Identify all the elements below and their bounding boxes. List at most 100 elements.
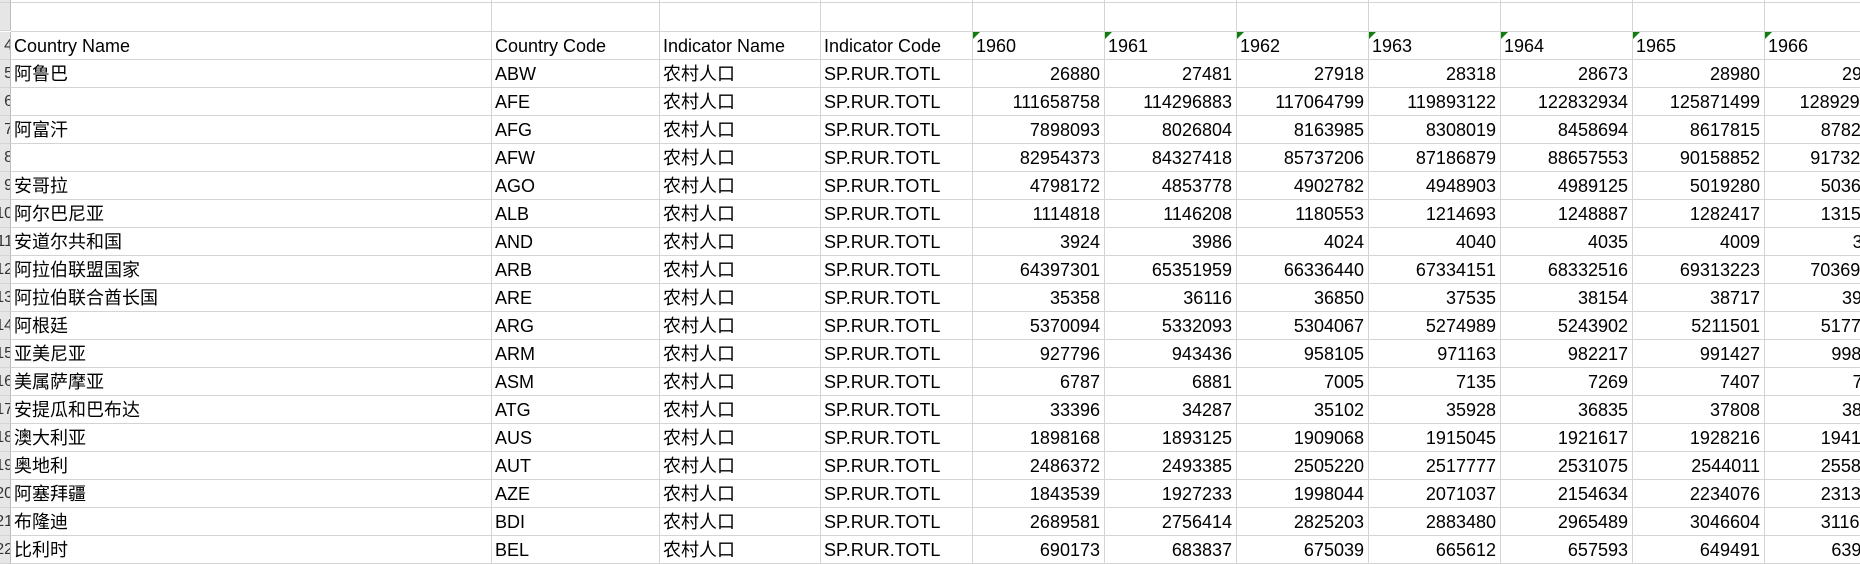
year-1966-cell[interactable]: 2558: [1765, 452, 1860, 480]
country-name-cell[interactable]: 阿富汗: [11, 116, 492, 144]
header-country-name[interactable]: Country Name: [11, 32, 492, 60]
country-name-cell[interactable]: 阿根廷: [11, 312, 492, 340]
country-name-cell[interactable]: 布隆迪: [11, 508, 492, 536]
indicator-name-cell[interactable]: 农村人口: [660, 536, 821, 564]
year-1966-cell[interactable]: 39: [1765, 284, 1860, 312]
indicator-code-cell[interactable]: SP.RUR.TOTL: [821, 116, 973, 144]
year-1964-cell[interactable]: 68332516: [1501, 256, 1633, 284]
year-1960-cell[interactable]: 1898168: [973, 424, 1105, 452]
year-1960-cell[interactable]: 7898093: [973, 116, 1105, 144]
year-1961-cell[interactable]: 2756414: [1105, 508, 1237, 536]
country-code-cell[interactable]: BDI: [492, 508, 660, 536]
year-1961-cell[interactable]: 1927233: [1105, 480, 1237, 508]
row-header[interactable]: 5: [0, 60, 11, 88]
row-header[interactable]: 15: [0, 340, 11, 368]
header-year-1963[interactable]: 1963: [1369, 32, 1501, 60]
country-name-cell[interactable]: 阿塞拜疆: [11, 480, 492, 508]
year-1965-cell[interactable]: 28980: [1633, 60, 1765, 88]
year-1965-cell[interactable]: 125871499: [1633, 88, 1765, 116]
year-1964-cell[interactable]: 1248887: [1501, 200, 1633, 228]
year-1964-cell[interactable]: 4989125: [1501, 172, 1633, 200]
indicator-name-cell[interactable]: 农村人口: [660, 60, 821, 88]
indicator-code-cell[interactable]: SP.RUR.TOTL: [821, 60, 973, 88]
indicator-name-cell[interactable]: 农村人口: [660, 144, 821, 172]
year-1961-cell[interactable]: 3986: [1105, 228, 1237, 256]
year-1965-cell[interactable]: 1928216: [1633, 424, 1765, 452]
year-1964-cell[interactable]: 36835: [1501, 396, 1633, 424]
year-1962-cell[interactable]: 35102: [1237, 396, 1369, 424]
year-1960-cell[interactable]: 1843539: [973, 480, 1105, 508]
year-1960-cell[interactable]: 3924: [973, 228, 1105, 256]
country-code-cell[interactable]: ARM: [492, 340, 660, 368]
year-1962-cell[interactable]: 36850: [1237, 284, 1369, 312]
indicator-name-cell[interactable]: 农村人口: [660, 172, 821, 200]
year-1964-cell[interactable]: 28673: [1501, 60, 1633, 88]
country-code-cell[interactable]: BEL: [492, 536, 660, 564]
year-1963-cell[interactable]: 67334151: [1369, 256, 1501, 284]
header-year-1962[interactable]: 1962: [1237, 32, 1369, 60]
indicator-code-cell[interactable]: SP.RUR.TOTL: [821, 200, 973, 228]
header-year-1964[interactable]: 1964: [1501, 32, 1633, 60]
year-1962-cell[interactable]: 4902782: [1237, 172, 1369, 200]
year-1965-cell[interactable]: 69313223: [1633, 256, 1765, 284]
year-1964-cell[interactable]: 2154634: [1501, 480, 1633, 508]
indicator-name-cell[interactable]: 农村人口: [660, 228, 821, 256]
year-1965-cell[interactable]: 2544011: [1633, 452, 1765, 480]
year-1966-cell[interactable]: 7: [1765, 368, 1860, 396]
indicator-code-cell[interactable]: SP.RUR.TOTL: [821, 452, 973, 480]
year-1964-cell[interactable]: 88657553: [1501, 144, 1633, 172]
year-1965-cell[interactable]: 5211501: [1633, 312, 1765, 340]
year-1964-cell[interactable]: 2531075: [1501, 452, 1633, 480]
indicator-code-cell[interactable]: SP.RUR.TOTL: [821, 172, 973, 200]
country-name-cell[interactable]: 安提瓜和巴布达: [11, 396, 492, 424]
row-header[interactable]: 16: [0, 368, 11, 396]
year-1963-cell[interactable]: 37535: [1369, 284, 1501, 312]
year-1963-cell[interactable]: 971163: [1369, 340, 1501, 368]
year-1966-cell[interactable]: 38: [1765, 396, 1860, 424]
country-code-cell[interactable]: ARB: [492, 256, 660, 284]
indicator-name-cell[interactable]: 农村人口: [660, 424, 821, 452]
year-1962-cell[interactable]: 675039: [1237, 536, 1369, 564]
header-year-1960[interactable]: 1960: [973, 32, 1105, 60]
year-1964-cell[interactable]: 1921617: [1501, 424, 1633, 452]
year-1962-cell[interactable]: 958105: [1237, 340, 1369, 368]
year-1960-cell[interactable]: 33396: [973, 396, 1105, 424]
country-name-cell[interactable]: 奥地利: [11, 452, 492, 480]
year-1961-cell[interactable]: 1893125: [1105, 424, 1237, 452]
year-1961-cell[interactable]: 27481: [1105, 60, 1237, 88]
empty-cell[interactable]: [1765, 3, 1860, 32]
year-1966-cell[interactable]: 128929: [1765, 88, 1860, 116]
empty-cell[interactable]: [1633, 3, 1765, 32]
header-country-code[interactable]: Country Code: [492, 32, 660, 60]
year-1963-cell[interactable]: 35928: [1369, 396, 1501, 424]
country-code-cell[interactable]: AGO: [492, 172, 660, 200]
indicator-code-cell[interactable]: SP.RUR.TOTL: [821, 144, 973, 172]
header-year-1961[interactable]: 1961: [1105, 32, 1237, 60]
year-1963-cell[interactable]: 7135: [1369, 368, 1501, 396]
empty-cell[interactable]: [1237, 3, 1369, 32]
year-1963-cell[interactable]: 1915045: [1369, 424, 1501, 452]
row-header[interactable]: 18: [0, 424, 11, 452]
year-1961-cell[interactable]: 943436: [1105, 340, 1237, 368]
year-1961-cell[interactable]: 114296883: [1105, 88, 1237, 116]
indicator-name-cell[interactable]: 农村人口: [660, 340, 821, 368]
year-1962-cell[interactable]: 5304067: [1237, 312, 1369, 340]
year-1963-cell[interactable]: 8308019: [1369, 116, 1501, 144]
year-1966-cell[interactable]: 3: [1765, 228, 1860, 256]
year-1966-cell[interactable]: 70369: [1765, 256, 1860, 284]
year-1960-cell[interactable]: 35358: [973, 284, 1105, 312]
year-1964-cell[interactable]: 8458694: [1501, 116, 1633, 144]
year-1962-cell[interactable]: 85737206: [1237, 144, 1369, 172]
country-name-cell[interactable]: 比利时: [11, 536, 492, 564]
row-header[interactable]: 22: [0, 536, 11, 564]
country-name-cell[interactable]: 阿拉伯联合酋长国: [11, 284, 492, 312]
empty-cell[interactable]: [660, 3, 821, 32]
year-1965-cell[interactable]: 1282417: [1633, 200, 1765, 228]
year-1963-cell[interactable]: 28318: [1369, 60, 1501, 88]
indicator-code-cell[interactable]: SP.RUR.TOTL: [821, 340, 973, 368]
year-1962-cell[interactable]: 27918: [1237, 60, 1369, 88]
indicator-name-cell[interactable]: 农村人口: [660, 508, 821, 536]
year-1960-cell[interactable]: 26880: [973, 60, 1105, 88]
indicator-code-cell[interactable]: SP.RUR.TOTL: [821, 396, 973, 424]
indicator-name-cell[interactable]: 农村人口: [660, 452, 821, 480]
